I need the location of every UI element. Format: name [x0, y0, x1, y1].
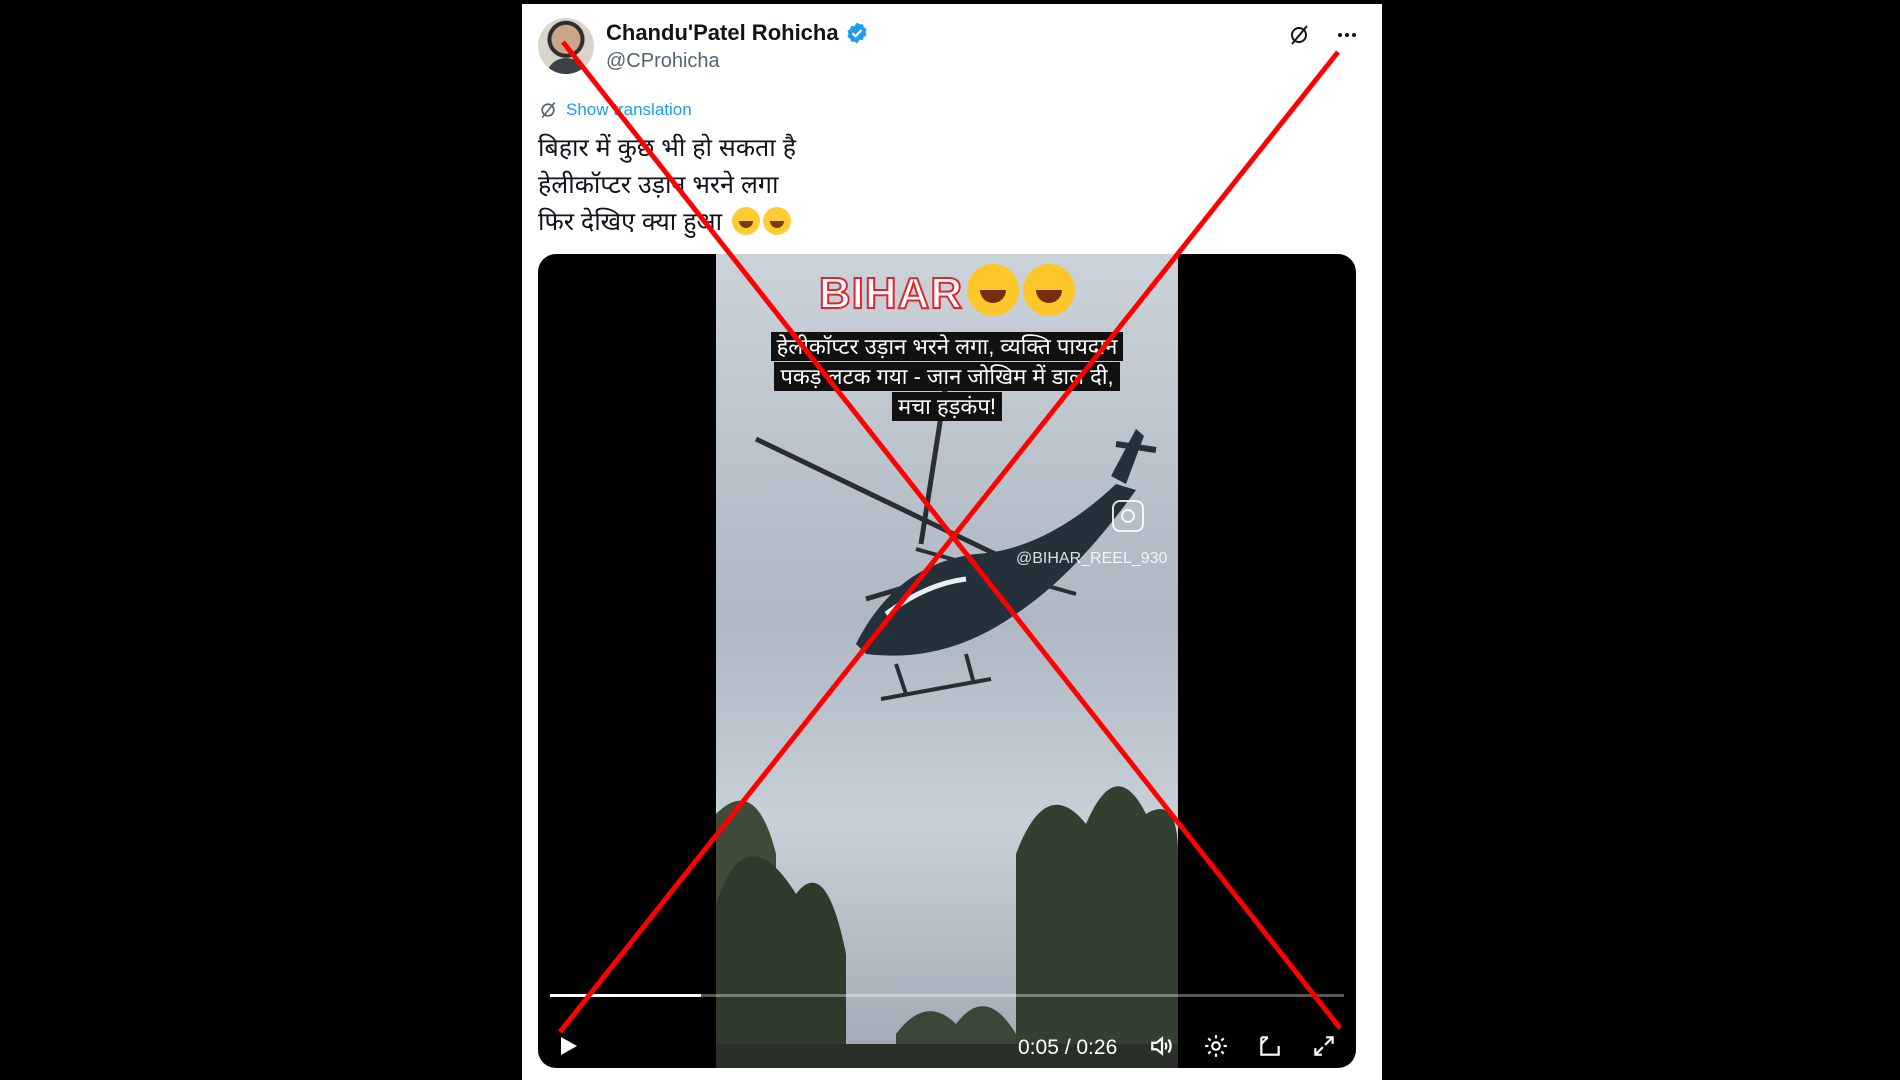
tweet-text-line: हेलीकॉप्टर उड़ान भरने लगा	[538, 171, 779, 199]
grok-icon[interactable]	[1286, 22, 1312, 48]
tweet-actions-top	[1286, 22, 1360, 48]
video-player[interactable]: BIHAR हेलीकॉप्टर उड़ान भरने लगा, व्यक्ति…	[538, 254, 1356, 1068]
tweet-text: बिहार में कुछ भी हो सकता है हेलीकॉप्टर उ…	[538, 130, 796, 241]
tweet-text-line: फिर देखिए क्या हुआ	[538, 204, 796, 241]
video-progress-bar[interactable]	[550, 994, 1344, 997]
settings-icon[interactable]	[1202, 1032, 1230, 1060]
video-overlay-title: BIHAR	[716, 264, 1178, 319]
video-frame[interactable]: BIHAR हेलीकॉप्टर उड़ान भरने लगा, व्यक्ति…	[716, 254, 1178, 1068]
show-translation-label: Show translation	[566, 100, 692, 119]
picture-in-picture-icon[interactable]	[1256, 1032, 1284, 1060]
tweet-card: Chandu'Patel Rohicha @CProhicha Show tra…	[522, 4, 1382, 1080]
video-caption-text: हेलीकॉप्टर उड़ान भरने लगा, व्यक्ति पायदा…	[770, 332, 1124, 421]
joy-emoji-icon	[1023, 264, 1076, 316]
author-row: Chandu'Patel Rohicha	[606, 20, 869, 46]
video-caption: हेलीकॉप्टर उड़ान भरने लगा, व्यक्ति पायदा…	[766, 332, 1128, 422]
video-controls: 0:05 / 0:26	[538, 1024, 1356, 1068]
translate-icon	[541, 101, 556, 119]
author-handle[interactable]: @CProhicha	[606, 50, 720, 73]
fullscreen-icon[interactable]	[1310, 1032, 1338, 1060]
author-name[interactable]: Chandu'Patel Rohicha	[606, 20, 839, 46]
laughing-emoji-icon	[762, 207, 791, 235]
play-icon[interactable]	[556, 1034, 580, 1058]
tweet-text-line: बिहार में कुछ भी हो सकता है	[538, 134, 796, 162]
more-icon[interactable]	[1334, 22, 1360, 48]
rofl-emoji-icon	[967, 264, 1020, 316]
video-watermark: @BIHAR_REEL_930	[1016, 500, 1167, 568]
instagram-icon	[1112, 500, 1144, 532]
video-time: 0:05 / 0:26	[1018, 1036, 1118, 1059]
watermark-text: @BIHAR_REEL_930	[1016, 550, 1168, 567]
avatar[interactable]	[538, 18, 594, 74]
verified-badge-icon	[847, 22, 867, 44]
laughing-emoji-icon	[731, 207, 760, 235]
volume-icon[interactable]	[1148, 1032, 1176, 1060]
tweet-text-line-label: फिर देखिए क्या हुआ	[538, 208, 723, 236]
video-control-icons	[1148, 1032, 1338, 1060]
show-translation-link[interactable]: Show translation	[538, 100, 692, 120]
video-progress-fill	[550, 994, 701, 997]
video-overlay-title-text: BIHAR	[818, 268, 964, 319]
